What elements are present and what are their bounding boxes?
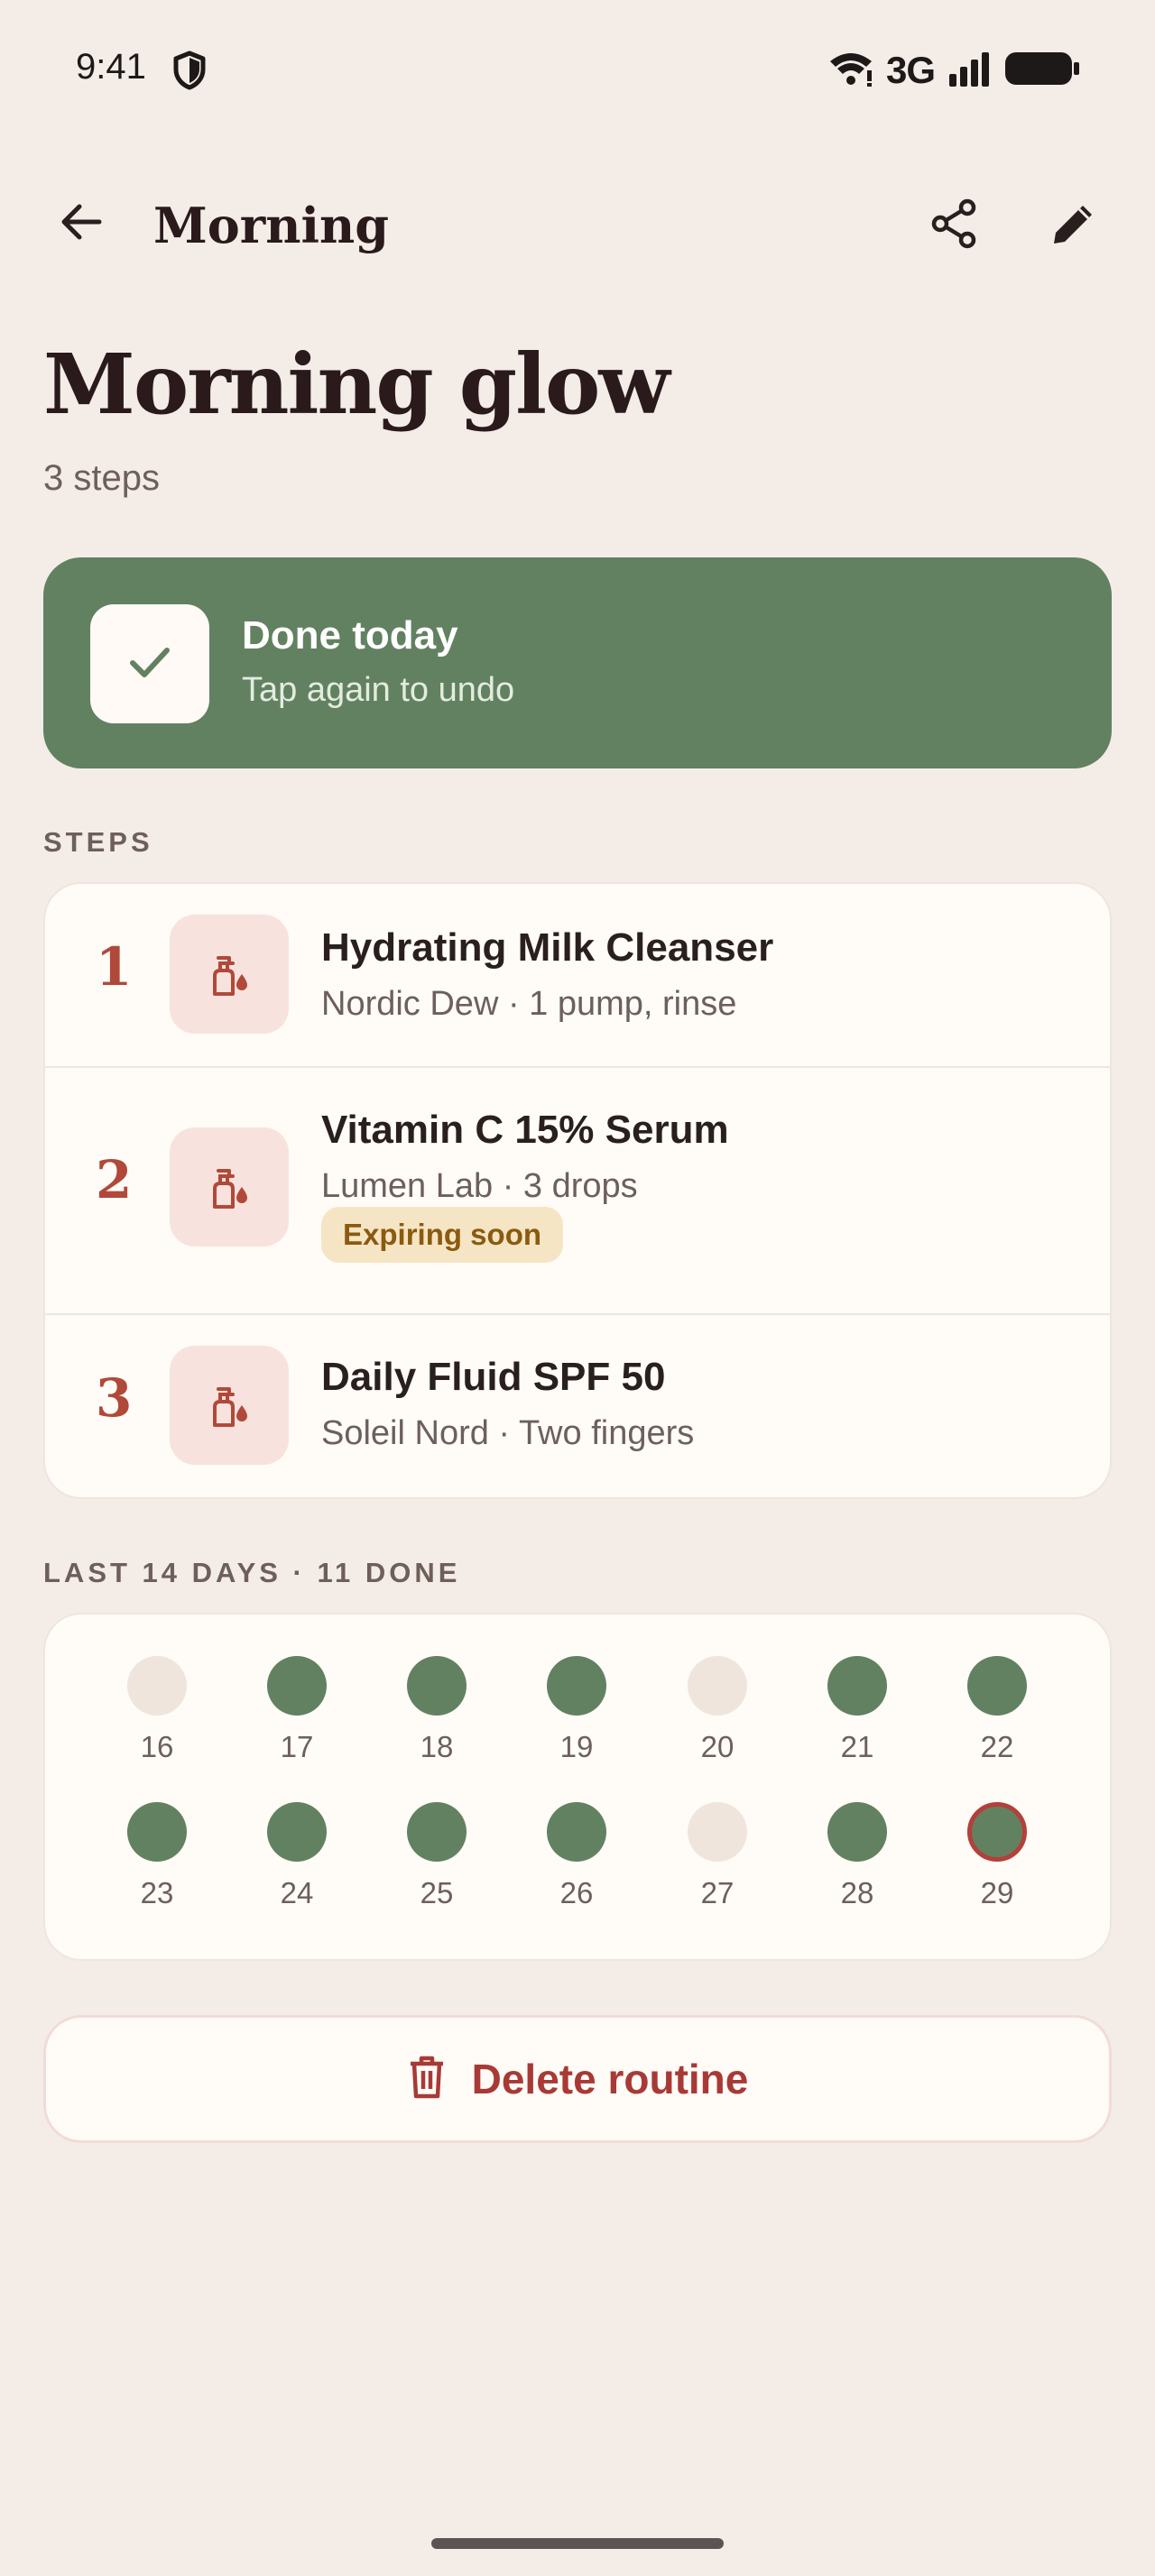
day-status-dot: [407, 1802, 467, 1862]
history-section-label: LAST 14 DAYS · 11 DONE: [43, 1557, 461, 1588]
dropper-bottle-icon: [170, 915, 289, 1034]
day-status-dot: [407, 1656, 467, 1716]
done-today-card[interactable]: Done today Tap again to undo: [43, 557, 1112, 768]
step-item[interactable]: 2 Vitamin C 15% Serum Lumen Lab · 3 drop…: [45, 1068, 1110, 1313]
step-meta: Nordic Dew · 1 pump, rinse: [321, 985, 737, 1023]
signal-icon: [947, 51, 993, 91]
wifi-icon: [828, 51, 873, 91]
step-number: 1: [96, 936, 133, 998]
day-number: 24: [280, 1876, 314, 1909]
day-cell: 28: [812, 1802, 902, 1910]
day-cell: 23: [112, 1802, 202, 1910]
day-status-dot: [688, 1656, 747, 1716]
day-number: 23: [140, 1876, 174, 1909]
day-number: 29: [980, 1876, 1014, 1909]
step-item[interactable]: 3 Daily Fluid SPF 50 Soleil Nord · Two f…: [45, 1315, 1110, 1497]
steps-list: 1 Hydrating Milk Cleanser Nordic Dew · 1…: [43, 882, 1112, 1499]
share-button[interactable]: [922, 193, 987, 258]
dropper-bottle-icon: [170, 1346, 289, 1465]
delete-routine-label: Delete routine: [471, 2056, 749, 2102]
shield-icon: [171, 51, 208, 90]
day-status-dot: [127, 1802, 187, 1862]
day-number: 19: [559, 1730, 594, 1763]
steps-section-label: STEPS: [43, 826, 153, 858]
day-cell: 20: [672, 1656, 762, 1764]
edit-pencil-icon: [1049, 198, 1099, 253]
step-name: Vitamin C 15% Serum: [321, 1108, 729, 1152]
day-number: 21: [840, 1730, 874, 1763]
home-indicator[interactable]: [431, 2538, 724, 2549]
day-number: 18: [420, 1730, 454, 1763]
day-cell: 18: [392, 1656, 482, 1764]
day-number: 16: [140, 1730, 174, 1763]
page-title: Morning glow: [43, 336, 670, 433]
day-number: 17: [280, 1730, 314, 1763]
day-cell: 25: [392, 1802, 482, 1910]
day-cell: 24: [252, 1802, 342, 1910]
day-status-dot: [547, 1802, 606, 1862]
step-name: Daily Fluid SPF 50: [321, 1355, 666, 1399]
edit-button[interactable]: [1041, 193, 1106, 258]
day-number: 22: [980, 1730, 1014, 1763]
day-status-dot: [127, 1656, 187, 1716]
delete-routine-button[interactable]: Delete routine: [43, 2015, 1112, 2143]
day-cell: 21: [812, 1656, 902, 1764]
day-number: 25: [420, 1876, 454, 1909]
done-title: Done today: [242, 613, 458, 658]
day-status-dot: [967, 1656, 1027, 1716]
step-meta: Lumen Lab · 3 drops: [321, 1167, 638, 1205]
network-type: 3G: [885, 49, 936, 91]
status-icons: 3G: [828, 49, 1079, 92]
done-checkbox[interactable]: [90, 604, 209, 723]
day-cell: 22: [952, 1656, 1042, 1764]
day-cell: 17: [252, 1656, 342, 1764]
app-bar-title: Morning: [153, 197, 390, 254]
step-meta: Soleil Nord · Two fingers: [321, 1414, 695, 1452]
checkmark-icon: [125, 638, 174, 691]
history-grid: 16 17 18 19 20 21 22 23 24 25 26 27 28 2…: [43, 1613, 1112, 1961]
day-status-dot: [547, 1656, 606, 1716]
status-bar: 9:41 3G: [0, 0, 1155, 135]
day-number: 26: [559, 1876, 594, 1909]
step-number: 3: [96, 1367, 133, 1429]
step-number: 2: [96, 1149, 133, 1210]
step-name: Hydrating Milk Cleanser: [321, 925, 774, 970]
day-cell: 19: [531, 1656, 622, 1764]
day-status-dot: [267, 1802, 327, 1862]
expiring-badge: Expiring soon: [321, 1207, 564, 1263]
share-icon: [929, 198, 980, 253]
day-status-dot: [827, 1802, 887, 1862]
day-number: 27: [700, 1876, 735, 1909]
day-cell: 27: [672, 1802, 762, 1910]
today-status-dot: [967, 1802, 1027, 1862]
app-bar: Morning: [0, 171, 1155, 271]
day-status-dot: [267, 1656, 327, 1716]
back-arrow-icon: [58, 198, 105, 250]
step-count: 3 steps: [43, 458, 160, 498]
day-cell: 26: [531, 1802, 622, 1910]
day-number: 20: [700, 1730, 735, 1763]
trash-icon: [407, 2055, 447, 2104]
day-status-dot: [827, 1656, 887, 1716]
done-subtitle: Tap again to undo: [242, 671, 515, 709]
day-status-dot: [688, 1802, 747, 1862]
battery-icon: [1005, 51, 1079, 91]
day-cell-today: 29: [952, 1802, 1042, 1910]
back-button[interactable]: [51, 193, 112, 254]
status-time: 9:41: [76, 47, 146, 87]
day-cell: 16: [112, 1656, 202, 1764]
dropper-bottle-icon: [170, 1127, 289, 1247]
step-item[interactable]: 1 Hydrating Milk Cleanser Nordic Dew · 1…: [45, 884, 1110, 1066]
day-number: 28: [840, 1876, 874, 1909]
